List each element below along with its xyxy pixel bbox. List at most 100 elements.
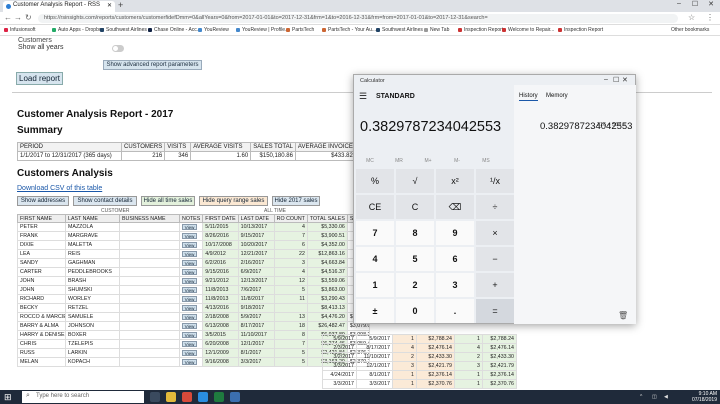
calc-key[interactable]: ⌫ xyxy=(436,195,474,219)
calc-key[interactable]: 9 xyxy=(436,221,474,245)
filter-button[interactable]: Show addresses xyxy=(17,196,69,206)
view-button[interactable]: View xyxy=(182,313,197,320)
memory-button[interactable]: MR xyxy=(385,158,413,164)
tray-up-icon[interactable]: ^ xyxy=(640,394,642,400)
calc-key[interactable]: CE xyxy=(356,195,394,219)
calc-key[interactable]: + xyxy=(476,273,514,297)
windows-start-icon[interactable]: ⊞ xyxy=(4,392,12,403)
calc-key[interactable]: 1 xyxy=(356,273,394,297)
bookmark-item[interactable]: Inspection Report xyxy=(458,27,503,33)
filter-button[interactable]: Show contact details xyxy=(73,196,137,206)
load-report-button[interactable]: Load report xyxy=(16,72,63,85)
calc-key[interactable]: 2 xyxy=(396,273,434,297)
memory-button[interactable]: M- xyxy=(443,158,471,164)
calc-key[interactable]: 5 xyxy=(396,247,434,271)
hamburger-menu-icon[interactable]: ☰ xyxy=(359,91,367,102)
bookmark-item[interactable]: Southwest Airlines xyxy=(376,27,423,33)
browser-tab[interactable]: Customer Analysis Report - RSS ✕ xyxy=(3,1,115,12)
calc-maximize-icon[interactable]: ☐ xyxy=(613,76,619,84)
other-bookmarks[interactable]: Other bookmarks xyxy=(665,27,709,33)
bookmark-item[interactable]: New Tab xyxy=(424,27,449,33)
view-button[interactable]: View xyxy=(182,268,197,275)
show-all-years-toggle[interactable] xyxy=(112,45,124,52)
view-button[interactable]: View xyxy=(182,277,197,284)
minimize-icon[interactable]: – xyxy=(672,0,686,7)
view-button[interactable]: View xyxy=(182,304,197,311)
maximize-icon[interactable]: ☐ xyxy=(688,0,702,8)
forward-icon[interactable]: → xyxy=(14,13,22,22)
history-result[interactable]: 0.3829787234042553 xyxy=(540,121,632,132)
excel-icon[interactable] xyxy=(214,392,224,402)
calc-close-icon[interactable]: ✕ xyxy=(622,76,628,84)
download-csv-link[interactable]: Download CSV of this table xyxy=(17,185,102,192)
bookmark-item[interactable]: YouReview xyxy=(198,27,229,33)
memory-button[interactable]: M+ xyxy=(414,158,442,164)
view-button[interactable]: View xyxy=(182,349,197,356)
back-icon[interactable]: ← xyxy=(4,13,12,22)
mail-icon[interactable] xyxy=(198,392,208,402)
view-button[interactable]: View xyxy=(182,286,197,293)
task-view-icon[interactable] xyxy=(150,392,160,402)
clear-history-icon[interactable]: 🗑 xyxy=(618,311,628,320)
calc-key[interactable]: % xyxy=(356,169,394,193)
file-explorer-icon[interactable] xyxy=(166,392,176,402)
view-button[interactable]: View xyxy=(182,295,197,302)
close-window-icon[interactable]: ✕ xyxy=(704,0,718,8)
calc-key[interactable]: 6 xyxy=(436,247,474,271)
bookmark-item[interactable]: Auto Apps - Dropbox xyxy=(52,27,104,33)
browser-menu-icon[interactable]: ⋮ xyxy=(706,13,714,22)
new-tab-icon[interactable]: + xyxy=(118,0,123,10)
chrome-icon[interactable] xyxy=(182,392,192,402)
calc-key[interactable]: x² xyxy=(436,169,474,193)
bookmark-item[interactable]: Southwest Airlines xyxy=(100,27,147,33)
calc-key[interactable]: . xyxy=(436,299,474,323)
reload-icon[interactable]: ↻ xyxy=(25,13,32,22)
bookmark-item[interactable]: YouReview | Profile... xyxy=(236,27,289,33)
bookmark-item[interactable]: Chase Online - Acc... xyxy=(148,27,201,33)
calc-key[interactable]: ÷ xyxy=(476,195,514,219)
bookmark-item[interactable]: Welcome to Repair... xyxy=(502,27,554,33)
close-tab-icon[interactable]: ✕ xyxy=(107,2,112,9)
calc-key[interactable]: 3 xyxy=(436,273,474,297)
calc-key[interactable]: ¹/x xyxy=(476,169,514,193)
bookmark-item[interactable]: PartsTech xyxy=(286,27,314,33)
calc-key[interactable]: = xyxy=(476,299,514,323)
view-button[interactable]: View xyxy=(182,322,197,329)
memory-button[interactable]: MS xyxy=(472,158,500,164)
view-button[interactable]: View xyxy=(182,340,197,347)
network-icon[interactable]: ◫ xyxy=(652,394,657,400)
calc-key[interactable]: 0 xyxy=(396,299,434,323)
view-button[interactable]: View xyxy=(182,259,197,266)
calc-key[interactable]: 4 xyxy=(356,247,394,271)
calculator-taskbar-icon[interactable] xyxy=(230,392,240,402)
view-button[interactable]: View xyxy=(182,223,197,230)
taskbar-clock[interactable]: 9:10 AM 07/18/2019 xyxy=(685,391,717,403)
filter-button[interactable]: Hide 2017 sales xyxy=(272,196,320,206)
view-button[interactable]: View xyxy=(182,241,197,248)
taskbar-search[interactable]: ⌕ Type here to search xyxy=(22,391,144,403)
url-field[interactable]: https://rsinsights.com/reports/customers… xyxy=(38,14,678,23)
bookmark-item[interactable]: Inspection Report xyxy=(558,27,603,33)
calc-key[interactable]: C xyxy=(396,195,434,219)
bookmark-item[interactable]: Infusionsoft xyxy=(4,27,36,33)
calc-key[interactable]: − xyxy=(476,247,514,271)
memory-tab[interactable]: Memory xyxy=(546,93,568,99)
calc-minimize-icon[interactable]: – xyxy=(604,76,608,83)
memory-button[interactable]: MC xyxy=(356,158,384,164)
calc-key[interactable]: × xyxy=(476,221,514,245)
bookmark-item[interactable]: PartsTech - Your Au... xyxy=(322,27,376,33)
advanced-params-button[interactable]: Show advanced report parameters xyxy=(103,60,202,70)
calc-key[interactable]: 7 xyxy=(356,221,394,245)
filter-button[interactable]: Hide all time sales xyxy=(141,196,195,206)
volume-icon[interactable]: ◀ xyxy=(664,394,668,400)
history-tab[interactable]: History xyxy=(519,93,538,101)
bookmark-star-icon[interactable]: ☆ xyxy=(688,13,695,22)
view-button[interactable]: View xyxy=(182,232,197,239)
view-button[interactable]: View xyxy=(182,358,197,365)
view-button[interactable]: View xyxy=(182,331,197,338)
calc-key[interactable]: 8 xyxy=(396,221,434,245)
calc-key[interactable]: √ xyxy=(396,169,434,193)
filter-button[interactable]: Hide query range sales xyxy=(199,196,268,206)
calc-key[interactable]: ± xyxy=(356,299,394,323)
view-button[interactable]: View xyxy=(182,250,197,257)
